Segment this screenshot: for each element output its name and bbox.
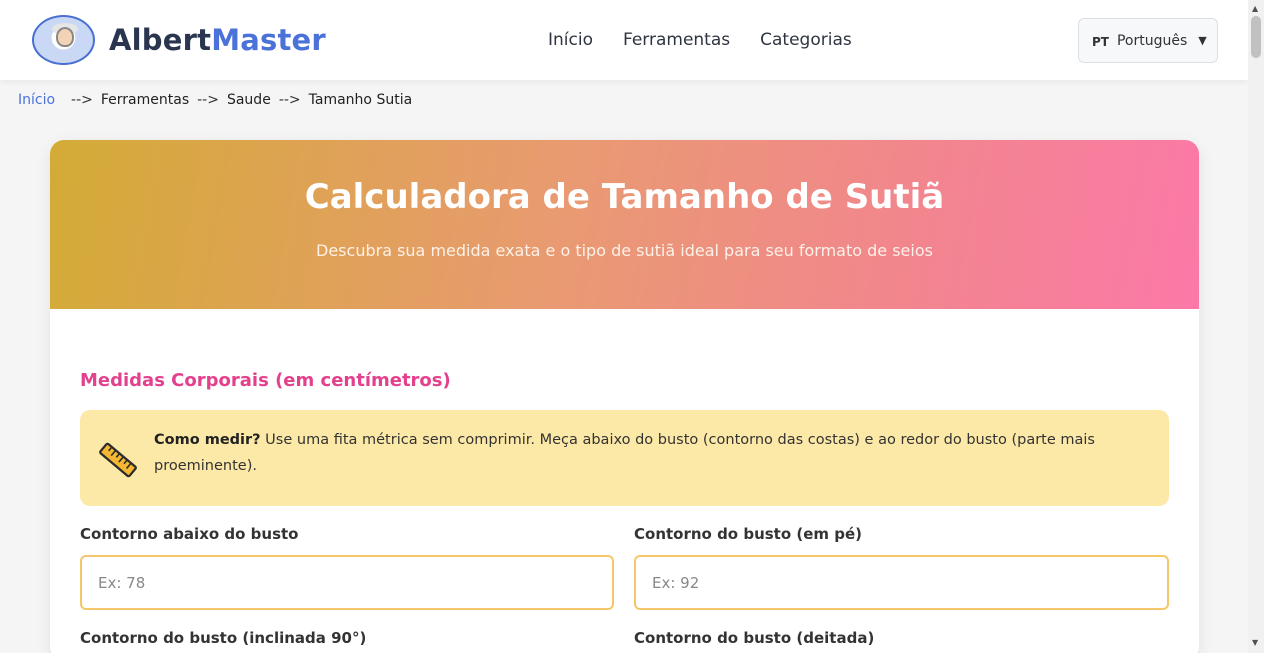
breadcrumb-separator: --> [71,92,93,108]
logo-avatar-icon [32,15,95,65]
logo-text-part2: Master [211,23,326,57]
nav-link-inicio[interactable]: Início [548,30,593,50]
scroll-down-arrow-icon[interactable]: ▼ [1252,638,1258,647]
language-selector[interactable]: PT Português ▼ [1078,18,1218,63]
bust-lying-label: Contorno do busto (deitada) [634,629,875,647]
tip-heading: Como medir? [154,432,261,448]
page-scrollbar[interactable]: ▲ ▼ [1248,0,1264,653]
language-label: Português [1116,32,1188,49]
breadcrumb-separator: --> [278,92,301,108]
logo[interactable]: AlbertMaster [32,15,326,65]
ruler-icon [99,442,137,478]
language-code: PT [1092,35,1109,49]
page-title: Calculadora de Tamanho de Sutiã [304,177,945,217]
bust-standing-input[interactable] [634,555,1169,610]
bust-leaning-label: Contorno do busto (inclinada 90°) [80,629,367,647]
main-nav: Início Ferramentas Categorias [548,30,852,50]
tip-text: Como medir? Use uma fita métrica sem com… [154,427,1114,479]
chevron-down-icon: ▼ [1198,34,1207,47]
nav-link-categorias[interactable]: Categorias [760,30,852,50]
breadcrumb-home-link[interactable]: Início [18,92,55,108]
underbust-input[interactable] [80,555,614,610]
scroll-up-arrow-icon[interactable]: ▲ [1252,4,1258,13]
nav-link-ferramentas[interactable]: Ferramentas [623,30,730,50]
breadcrumb-separator: --> [197,92,219,108]
hero-banner: Calculadora de Tamanho de Sutiã Descubra… [50,140,1199,309]
breadcrumb: Início --> Ferramentas --> Saude --> Tam… [18,92,412,108]
calculator-card: Calculadora de Tamanho de Sutiã Descubra… [50,140,1199,653]
tip-body: Use uma fita métrica sem comprimir. Meça… [154,432,1095,474]
logo-text: AlbertMaster [109,23,326,57]
site-header: AlbertMaster Início Ferramentas Categori… [0,0,1248,80]
bust-standing-label: Contorno do busto (em pé) [634,525,863,543]
underbust-label: Contorno abaixo do busto [80,525,299,543]
logo-text-part1: Albert [109,23,212,57]
section-title: Medidas Corporais (em centímetros) [80,370,451,391]
scroll-thumb[interactable] [1251,16,1261,58]
page-subtitle: Descubra sua medida exata e o tipo de su… [316,241,933,260]
breadcrumb-item-saude[interactable]: Saude [227,92,271,108]
measurement-tip: Como medir? Use uma fita métrica sem com… [80,410,1169,506]
breadcrumb-item-current: Tamanho Sutia [308,92,413,108]
breadcrumb-item-ferramentas[interactable]: Ferramentas [101,92,189,108]
